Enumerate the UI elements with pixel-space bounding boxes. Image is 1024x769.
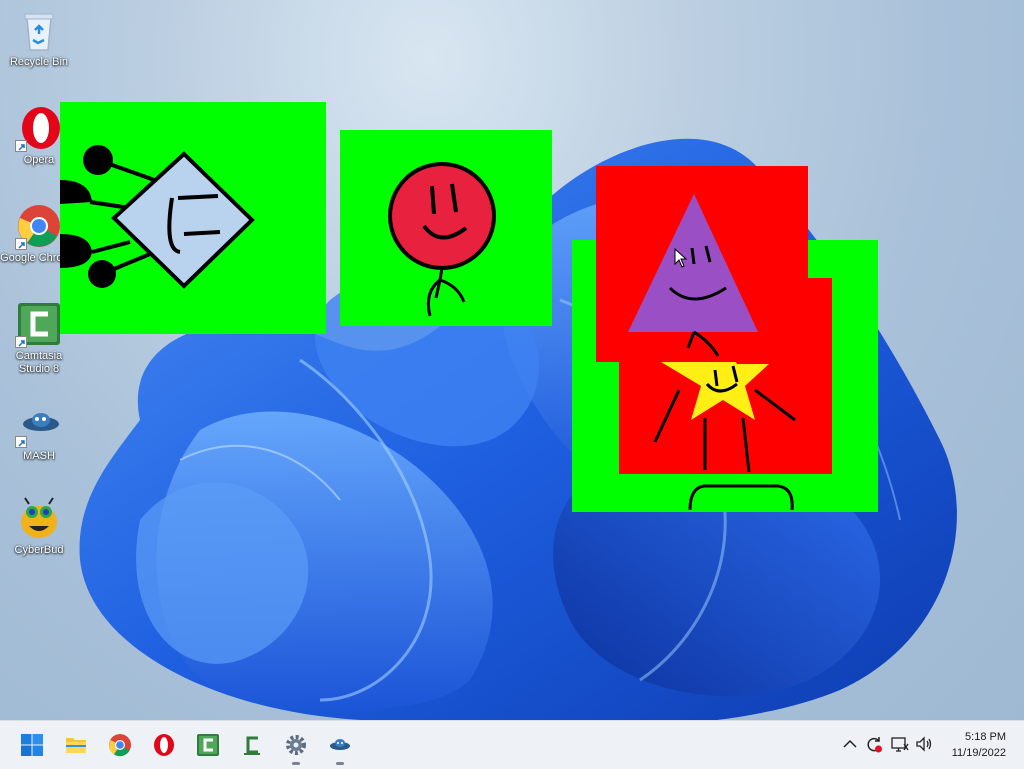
desktop-icon-label: Camtasia Studio 8 — [15, 350, 63, 375]
sync-status-button[interactable] — [864, 734, 884, 754]
opera-icon — [154, 734, 174, 756]
network-icon — [891, 737, 909, 752]
taskbar-camtasia-recorder[interactable] — [236, 729, 268, 761]
chrome-icon — [15, 202, 63, 250]
clock[interactable]: 5:18 PM 11/19/2022 — [952, 729, 1006, 761]
network-button[interactable] — [890, 734, 910, 754]
settings-icon — [286, 735, 306, 755]
start-icon — [21, 734, 43, 756]
file-explorer-icon — [66, 738, 86, 753]
show-hidden-icons-button[interactable] — [840, 734, 860, 754]
triangle-character — [596, 166, 808, 362]
circle-character — [340, 130, 552, 326]
sync-icon — [867, 737, 882, 753]
mash-icon — [15, 400, 63, 448]
taskbar-mash[interactable] — [324, 729, 356, 765]
taskbar-settings[interactable] — [280, 729, 312, 765]
desktop-icon-label: MASH — [23, 450, 55, 462]
diamond-character — [60, 102, 326, 334]
chrome-icon — [109, 734, 131, 757]
camtasia-icon — [15, 300, 63, 348]
mouse-cursor — [674, 248, 688, 268]
running-indicator — [292, 762, 300, 765]
running-indicator — [336, 762, 344, 765]
desktop-icon-label: Recycle Bin — [9, 56, 69, 68]
triangle-character-window[interactable] — [596, 166, 808, 362]
clock-date: 11/19/2022 — [951, 747, 1006, 759]
volume-icon — [916, 736, 932, 752]
recycle-bin-icon — [15, 6, 63, 54]
circle-character-window[interactable] — [340, 130, 552, 326]
taskbar: 5:18 PM 11/19/2022 — [0, 720, 1024, 769]
desktop-icon-label: CyberBud — [14, 544, 64, 556]
desktop-icon-cyberbud[interactable]: CyberBud — [0, 494, 78, 557]
chevron-up-icon — [843, 739, 857, 748]
diamond-character-window[interactable] — [60, 102, 326, 334]
mash-icon — [330, 739, 350, 750]
desktop-icon-label: Opera — [23, 154, 55, 166]
taskbar-camtasia[interactable] — [192, 729, 224, 761]
camtasia-recorder-icon — [244, 736, 260, 755]
taskbar-file-explorer[interactable] — [60, 729, 92, 761]
desktop-icon-mash[interactable]: MASH — [0, 400, 78, 463]
desktop[interactable]: Recycle Bin Opera Google Chrome Camtasia… — [0, 0, 1024, 720]
start-button[interactable] — [16, 729, 48, 761]
clock-time: 5:18 PM — [965, 731, 1006, 743]
taskbar-chrome[interactable] — [104, 729, 136, 761]
taskbar-opera[interactable] — [148, 729, 180, 761]
cyberbud-icon — [15, 494, 63, 542]
camtasia-icon — [197, 734, 219, 756]
volume-button[interactable] — [914, 734, 934, 754]
opera-icon — [15, 104, 63, 152]
desktop-icon-recycle-bin[interactable]: Recycle Bin — [0, 6, 78, 69]
